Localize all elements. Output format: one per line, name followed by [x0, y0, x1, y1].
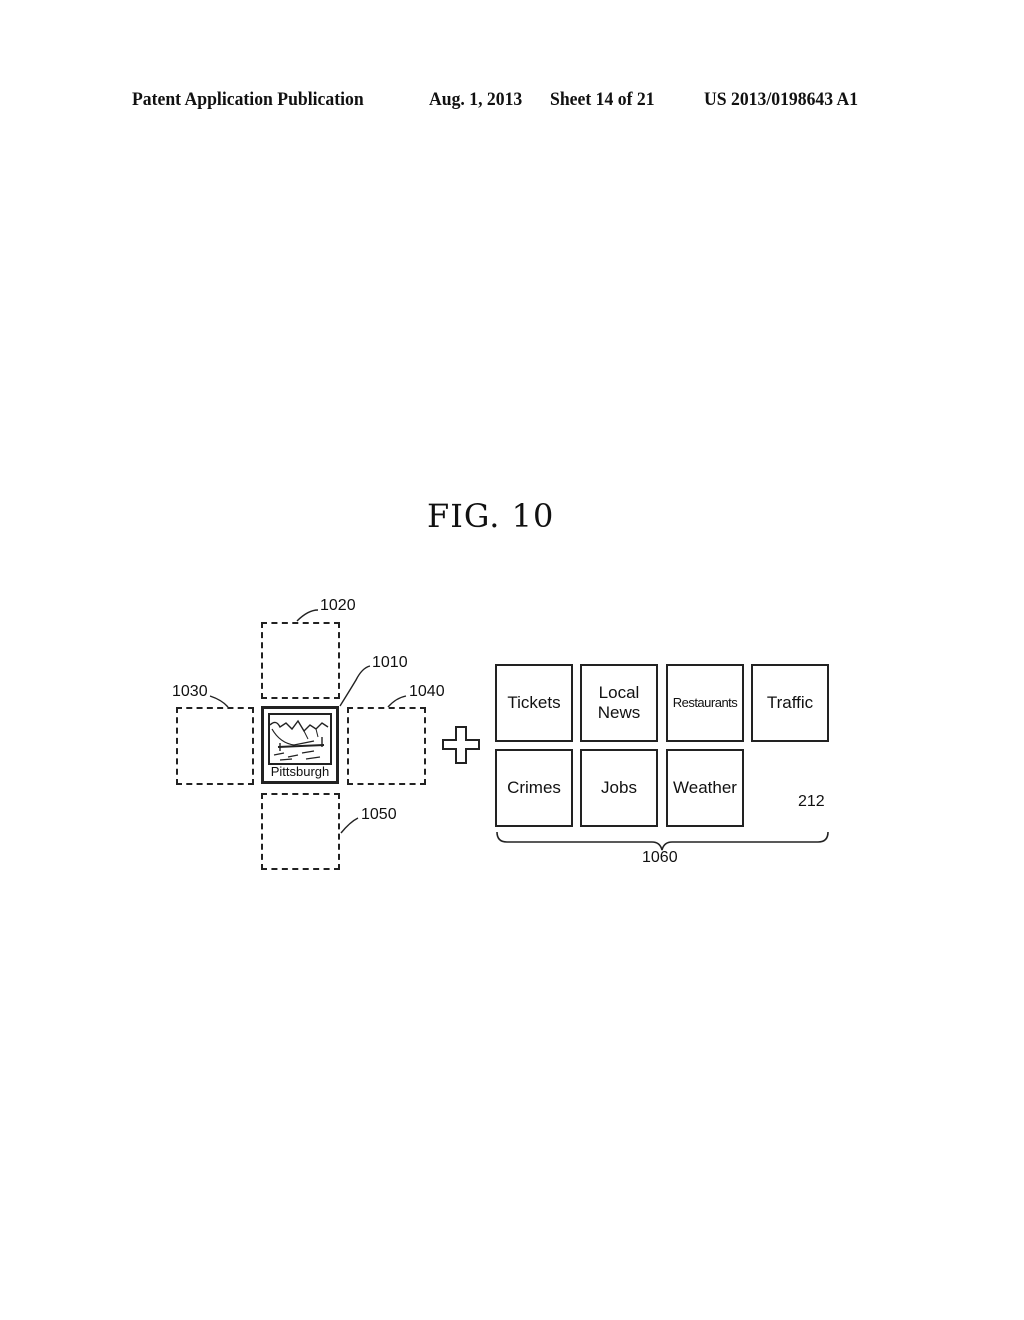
menu-tile-jobs: Jobs — [580, 749, 658, 827]
plus-icon — [442, 726, 480, 764]
menu-tile-tickets: Tickets — [495, 664, 573, 742]
brace-1060 — [496, 831, 829, 851]
ref-1020: 1020 — [320, 597, 356, 614]
ref-212: 212 — [798, 793, 825, 810]
leader-1020 — [296, 609, 319, 622]
leader-1010 — [339, 665, 371, 707]
menu-tile-restaurants: Restaurants — [666, 664, 744, 742]
ref-1010: 1010 — [372, 654, 408, 671]
leader-1030 — [209, 695, 229, 708]
figure-annotations — [209, 609, 829, 851]
ref-1050: 1050 — [361, 806, 397, 823]
menu-tile-crimes: Crimes — [495, 749, 573, 827]
menu-tile-weather: Weather — [666, 749, 744, 827]
menu-tile-traffic: Traffic — [751, 664, 829, 742]
ref-1030: 1030 — [172, 683, 208, 700]
leader-1050 — [340, 817, 359, 834]
ref-1060: 1060 — [642, 849, 678, 866]
menu-tile-local-news: Local News — [580, 664, 658, 742]
ref-1040: 1040 — [409, 683, 445, 700]
leader-1040 — [387, 695, 407, 708]
